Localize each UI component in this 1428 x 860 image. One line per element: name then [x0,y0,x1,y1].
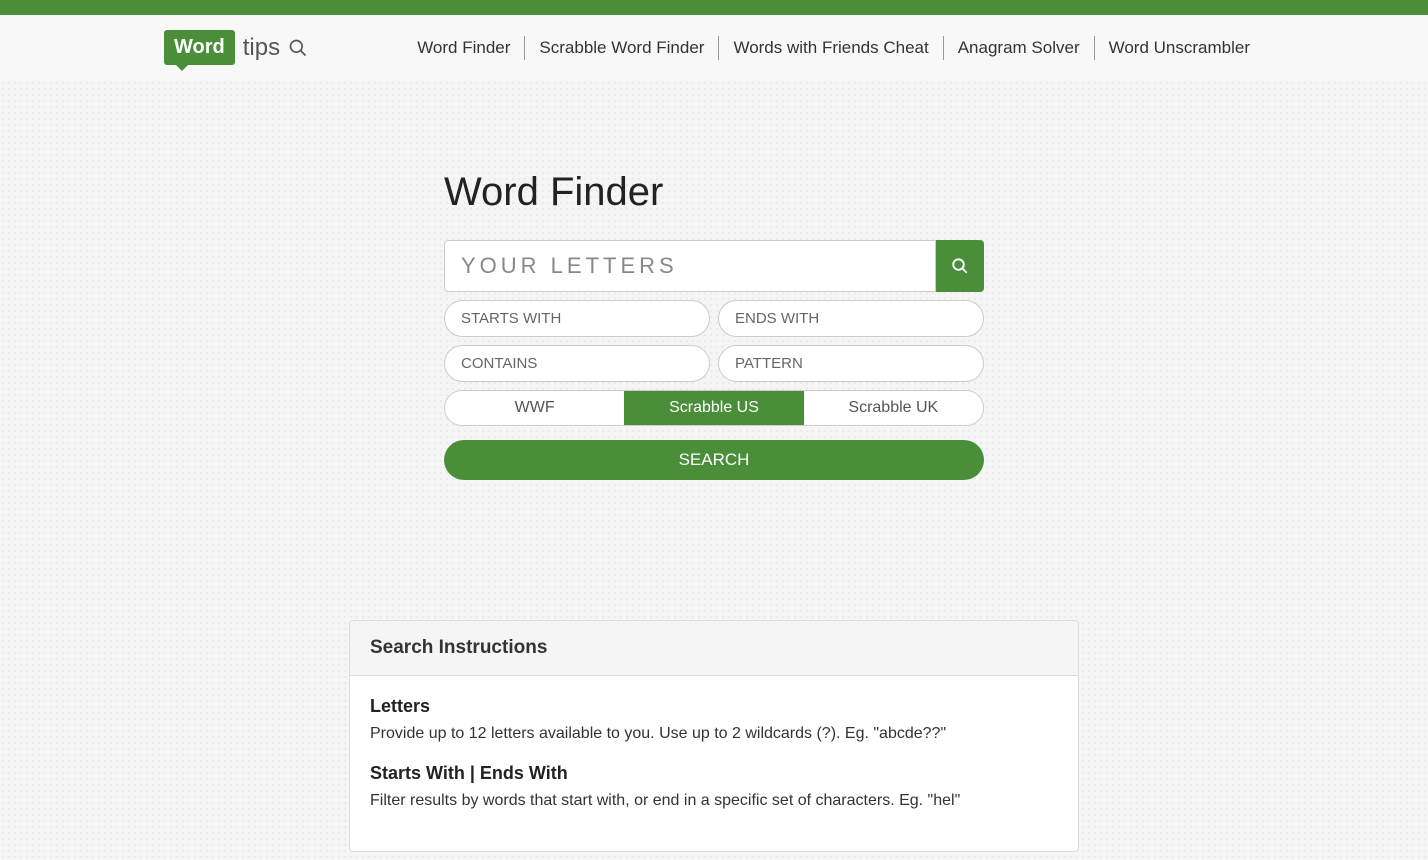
filter-row-1 [444,300,984,337]
header: Word tips Word Finder Scrabble Word Find… [164,15,1264,80]
nav-word-finder[interactable]: Word Finder [403,36,525,60]
page-title: Word Finder [444,170,984,215]
instructions-section-text: Filter results by words that start with,… [370,790,1058,812]
nav-words-with-friends-cheat[interactable]: Words with Friends Cheat [719,36,943,60]
dict-option-scrabble-uk[interactable]: Scrabble UK [804,391,983,425]
nav-scrabble-word-finder[interactable]: Scrabble Word Finder [525,36,719,60]
pattern-input[interactable] [718,345,984,382]
main-content: Word Finder WWF Scrabble US Scrabble UK … [444,80,984,480]
instructions-body: Letters Provide up to 12 letters availab… [350,676,1078,851]
dict-option-wwf[interactable]: WWF [445,391,624,425]
logo-tips-text: tips [243,34,280,62]
instructions-header: Search Instructions [350,621,1078,676]
letters-input[interactable] [444,240,936,292]
top-accent-bar [0,0,1428,15]
main-nav: Word Finder Scrabble Word Finder Words w… [403,36,1264,60]
nav-anagram-solver[interactable]: Anagram Solver [944,36,1095,60]
nav-word-unscrambler[interactable]: Word Unscrambler [1095,36,1264,60]
logo-word-badge: Word [164,30,235,65]
instructions-card: Search Instructions Letters Provide up t… [349,620,1079,852]
dictionary-selector: WWF Scrabble US Scrabble UK [444,390,984,426]
ends-with-input[interactable] [718,300,984,337]
starts-with-input[interactable] [444,300,710,337]
search-button[interactable]: SEARCH [444,440,984,480]
magnifier-icon [288,38,308,58]
letters-row [444,240,984,292]
logo[interactable]: Word tips [164,30,308,65]
dict-option-scrabble-us[interactable]: Scrabble US [624,391,803,425]
instructions-section-title: Letters [370,696,1058,717]
search-icon-button[interactable] [936,240,984,292]
filter-row-2 [444,345,984,382]
instructions-section-title: Starts With | Ends With [370,763,1058,784]
instructions-section-text: Provide up to 12 letters available to yo… [370,723,1058,745]
search-icon [951,257,969,275]
contains-input[interactable] [444,345,710,382]
